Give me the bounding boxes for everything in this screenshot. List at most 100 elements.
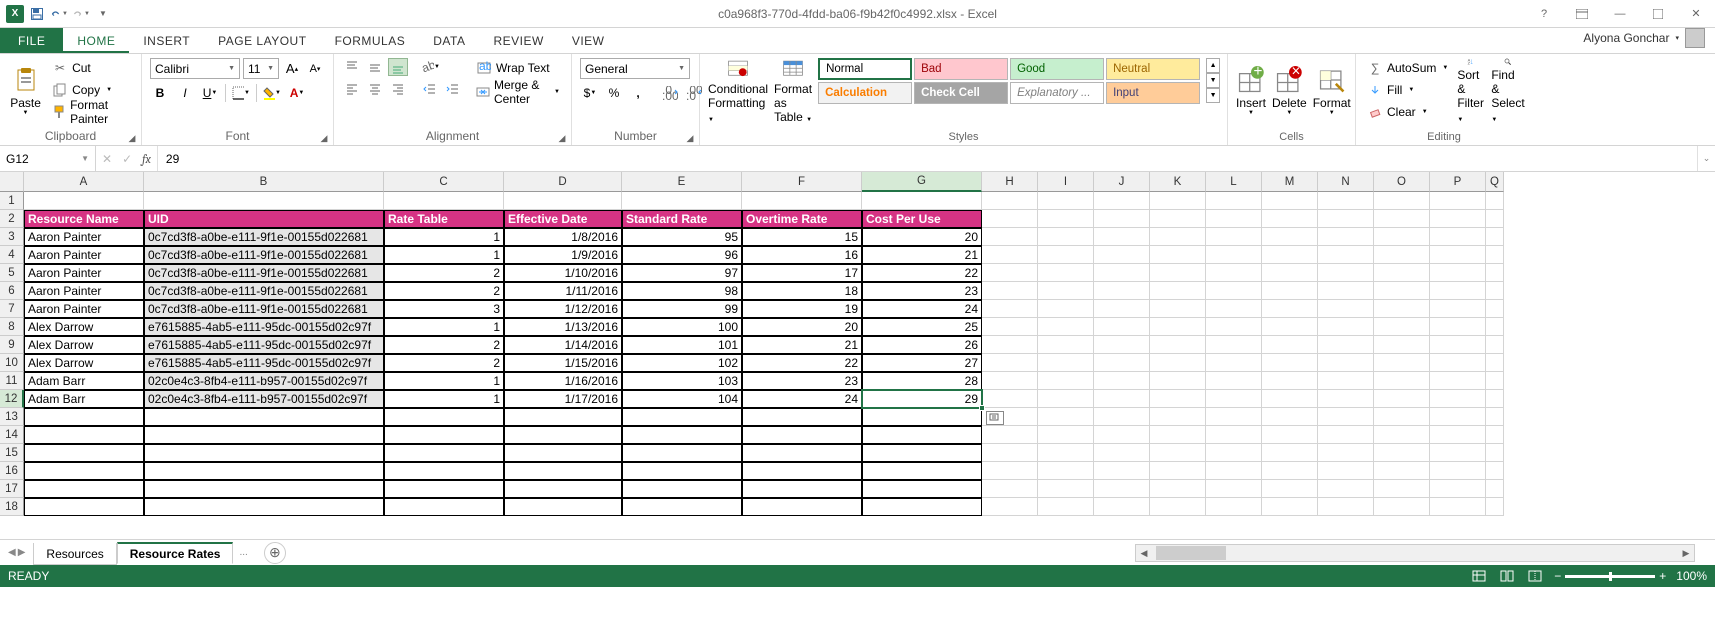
cell[interactable] [1486,246,1504,264]
row-header[interactable]: 17 [0,480,24,498]
cell[interactable] [144,192,384,210]
cell[interactable] [1318,192,1374,210]
cell[interactable]: 27 [862,354,982,372]
cell[interactable]: 24 [862,300,982,318]
align-left-icon[interactable] [342,80,362,98]
cell[interactable] [1038,264,1094,282]
cell[interactable] [1374,210,1430,228]
zoom-out-button[interactable]: − [1554,569,1561,583]
cell[interactable]: 2 [384,264,504,282]
style-good[interactable]: Good [1010,58,1104,80]
cell[interactable] [1206,444,1262,462]
font-size-combo[interactable]: 11▼ [243,58,279,79]
cell[interactable]: 1 [384,372,504,390]
comma-button[interactable]: , [628,83,648,103]
cell[interactable] [1150,408,1206,426]
column-header[interactable]: E [622,172,742,192]
cell[interactable] [1038,372,1094,390]
cell[interactable]: Cost Per Use [862,210,982,228]
align-right-icon[interactable] [388,80,408,98]
cell[interactable]: Alex Darrow [24,354,144,372]
cell[interactable]: 21 [862,246,982,264]
cut-button[interactable]: ✂Cut [49,58,133,78]
insert-cells-button[interactable]: + Insert▼ [1236,58,1266,124]
cell[interactable] [1150,264,1206,282]
cell[interactable] [622,408,742,426]
cell[interactable] [862,426,982,444]
scroll-left-icon[interactable]: ◀ [1136,548,1152,559]
cell[interactable]: 100 [622,318,742,336]
cell[interactable] [622,498,742,516]
cell[interactable] [384,408,504,426]
cell[interactable] [1094,390,1150,408]
cell[interactable] [1318,480,1374,498]
row-header[interactable]: 18 [0,498,24,516]
zoom-slider[interactable] [1565,575,1655,578]
cell[interactable] [1318,390,1374,408]
cell[interactable] [1374,228,1430,246]
cell[interactable]: 1/9/2016 [504,246,622,264]
bold-button[interactable]: B [150,83,170,103]
row-header[interactable]: 2 [0,210,24,228]
cell[interactable] [1206,408,1262,426]
cell[interactable] [384,192,504,210]
row-header[interactable]: 16 [0,462,24,480]
cell[interactable] [384,480,504,498]
cell[interactable] [1374,498,1430,516]
column-header[interactable]: F [742,172,862,192]
cell[interactable] [1262,228,1318,246]
fill-color-button[interactable]: ▼ [262,83,282,103]
cell[interactable] [1262,354,1318,372]
cell[interactable]: 23 [742,372,862,390]
expand-formula-bar-icon[interactable]: ⌄ [1697,146,1715,171]
column-header[interactable]: K [1150,172,1206,192]
cell[interactable] [1262,246,1318,264]
copy-button[interactable]: Copy▼ [49,80,133,100]
cell[interactable]: 23 [862,282,982,300]
tab-home[interactable]: HOME [63,28,129,53]
increase-decimal-icon[interactable]: .0.00 [660,83,680,103]
cell[interactable] [622,462,742,480]
column-header[interactable]: N [1318,172,1374,192]
cell[interactable] [1150,228,1206,246]
cell[interactable] [1150,336,1206,354]
cell[interactable] [982,372,1038,390]
cell[interactable]: 1 [384,246,504,264]
cell[interactable] [1094,480,1150,498]
cell[interactable] [1262,192,1318,210]
cell[interactable] [1150,372,1206,390]
cell[interactable] [504,192,622,210]
cell[interactable] [1206,192,1262,210]
cell[interactable] [982,318,1038,336]
cell[interactable] [742,408,862,426]
cell[interactable] [1094,264,1150,282]
zoom-in-button[interactable]: + [1659,569,1666,583]
cell[interactable] [504,480,622,498]
cell[interactable] [1094,372,1150,390]
cell[interactable] [982,246,1038,264]
cell[interactable] [1374,264,1430,282]
cell[interactable] [1486,444,1504,462]
underline-button[interactable]: U▼ [200,83,220,103]
merge-center-button[interactable]: Merge & Center▼ [473,82,563,102]
font-color-button[interactable]: A▼ [287,83,307,103]
cell[interactable] [1318,210,1374,228]
paste-button[interactable]: Paste ▼ [8,58,43,124]
scroll-right-icon[interactable]: ▶ [1678,548,1694,559]
gallery-more-icon[interactable]: ▼ [1206,88,1220,103]
cell[interactable] [742,444,862,462]
horizontal-scrollbar[interactable]: ◀ ▶ [1135,544,1695,562]
column-header[interactable]: L [1206,172,1262,192]
cell[interactable]: e7615885-4ab5-e111-95dc-00155d02c97f [144,354,384,372]
cell[interactable] [982,192,1038,210]
cell[interactable]: Overtime Rate [742,210,862,228]
fill-button[interactable]: Fill▼ [1364,80,1451,100]
cell[interactable] [1486,462,1504,480]
row-header[interactable]: 13 [0,408,24,426]
increase-font-icon[interactable]: A▴ [282,59,302,79]
cell[interactable] [384,462,504,480]
cell[interactable] [1094,246,1150,264]
cell[interactable] [982,228,1038,246]
cell[interactable] [1038,408,1094,426]
cell[interactable] [862,192,982,210]
